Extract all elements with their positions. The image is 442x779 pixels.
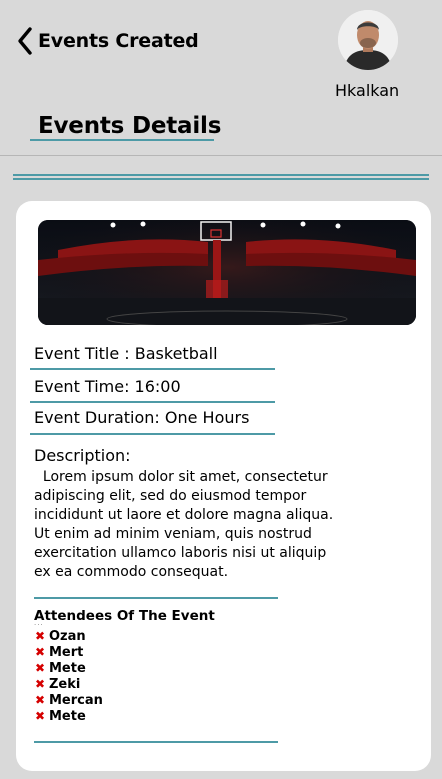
remove-attendee-x-icon[interactable]: ✖ (35, 661, 49, 675)
avatar[interactable] (338, 10, 398, 70)
title-underline (30, 139, 214, 141)
field-underline (30, 433, 275, 435)
header-title: Events Created (38, 30, 199, 52)
chevron-left-icon (18, 27, 32, 55)
section-divider (34, 741, 278, 743)
list-item: ✖ Mete (35, 708, 103, 724)
user-photo (338, 10, 398, 70)
divider-line-top (13, 174, 429, 176)
remove-attendee-x-icon[interactable]: ✖ (35, 629, 49, 643)
attendee-list: ✖ Ozan ✖ Mert ✖ Mete ✖ Zeki ✖ Mercan ✖ Mete (35, 628, 103, 724)
field-underline (30, 401, 275, 403)
event-image (38, 220, 416, 325)
list-item: ✖ Mete (35, 660, 103, 676)
page-title: Events Details (38, 113, 222, 139)
list-item: ✖ Mert (35, 644, 103, 660)
list-item: ✖ Zeki (35, 676, 103, 692)
attendee-name: Mete (49, 708, 86, 724)
username: Hkalkan (335, 81, 400, 100)
description-heading: Description: (34, 446, 131, 465)
event-time: Event Time: 16:00 (34, 377, 181, 396)
list-item: ✖ Ozan (35, 628, 103, 644)
attendee-name: Mete (49, 660, 86, 676)
remove-attendee-x-icon[interactable]: ✖ (35, 677, 49, 691)
attendees-heading: Attendees Of The Event (34, 608, 215, 624)
basketball-court-image (38, 220, 416, 325)
section-divider (34, 597, 278, 599)
field-underline (30, 368, 275, 370)
remove-attendee-x-icon[interactable]: ✖ (35, 709, 49, 723)
remove-attendee-x-icon[interactable]: ✖ (35, 693, 49, 707)
attendee-name: Ozan (49, 628, 86, 644)
attendee-name: Zeki (49, 676, 81, 692)
attendee-name: Mercan (49, 692, 103, 708)
list-item: ✖ Mercan (35, 692, 103, 708)
attendee-name: Mert (49, 644, 84, 660)
event-duration: Event Duration: One Hours (34, 408, 250, 427)
divider-line-bottom (13, 178, 429, 180)
event-title: Event Title : Basketball (34, 344, 218, 363)
description-text: Lorem ipsum dolor sit amet, consectetur … (34, 469, 334, 580)
remove-attendee-x-icon[interactable]: ✖ (35, 645, 49, 659)
back-button[interactable] (16, 26, 38, 56)
divider (0, 155, 442, 156)
